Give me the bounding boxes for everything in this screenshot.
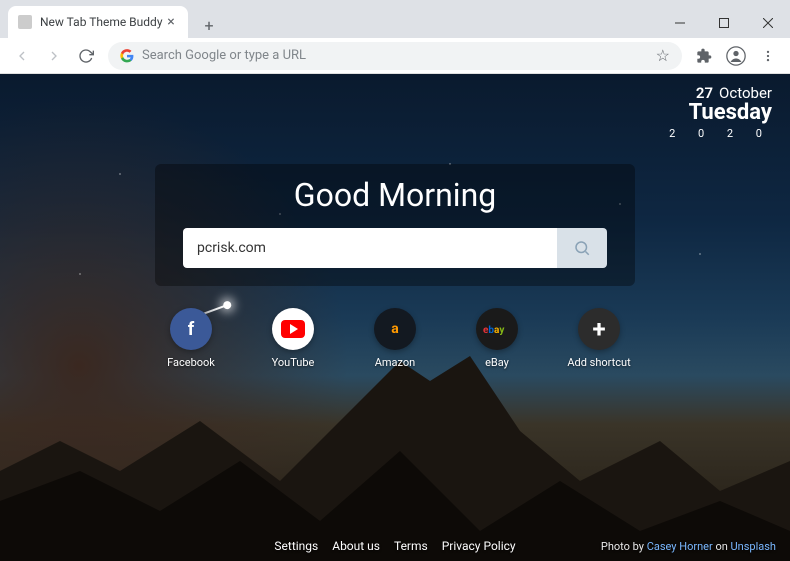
reload-button[interactable] <box>72 42 100 70</box>
tab-title: New Tab Theme Buddy <box>40 15 164 29</box>
shortcut-add[interactable]: + Add shortcut <box>569 308 629 369</box>
footer-link-privacy[interactable]: Privacy Policy <box>442 539 516 553</box>
center-panel: Good Morning f Facebook YouTube a Amazon <box>155 164 635 369</box>
profile-icon[interactable] <box>722 42 750 70</box>
shortcut-label: YouTube <box>272 356 315 369</box>
date-widget: 27October Tuesday 2 0 2 0 <box>663 84 772 140</box>
window-controls <box>658 8 790 38</box>
forward-button[interactable] <box>40 42 68 70</box>
center-searchbox <box>183 228 607 268</box>
new-tab-page: 27October Tuesday 2 0 2 0 Good Morning f… <box>0 74 790 561</box>
footer-link-about[interactable]: About us <box>332 539 380 553</box>
photo-credit: Photo by Casey Horner on Unsplash <box>601 540 776 553</box>
back-button[interactable] <box>8 42 36 70</box>
greeting-wrap: Good Morning <box>155 164 635 220</box>
omnibox-placeholder: Search Google or type a URL <box>142 48 656 63</box>
browser-titlebar: New Tab Theme Buddy × + <box>0 0 790 38</box>
youtube-icon <box>272 308 314 350</box>
shortcut-label: Facebook <box>167 356 215 369</box>
facebook-icon: f <box>170 308 212 350</box>
credit-source-link[interactable]: Unsplash <box>731 540 776 553</box>
bookmark-star-icon[interactable]: ☆ <box>656 46 670 65</box>
close-window-button[interactable] <box>746 8 790 38</box>
search-button[interactable] <box>557 228 607 268</box>
shortcut-youtube[interactable]: YouTube <box>263 308 323 369</box>
tab-favicon <box>18 15 32 29</box>
shortcut-facebook[interactable]: f Facebook <box>161 308 221 369</box>
shortcut-label: Add shortcut <box>567 356 630 369</box>
credit-author-link[interactable]: Casey Horner <box>647 540 713 553</box>
maximize-button[interactable] <box>702 8 746 38</box>
greeting-text: Good Morning <box>155 176 635 214</box>
shortcut-ebay[interactable]: ebay eBay <box>467 308 527 369</box>
ebay-icon: ebay <box>476 308 518 350</box>
shortcuts-row: f Facebook YouTube a Amazon ebay eBay + … <box>155 308 635 369</box>
google-icon <box>120 49 134 63</box>
search-icon <box>573 239 591 257</box>
plus-icon: + <box>578 308 620 350</box>
footer-link-settings[interactable]: Settings <box>274 539 318 553</box>
credit-on: on <box>715 540 727 553</box>
shortcut-label: eBay <box>485 356 509 369</box>
footer-links: Settings About us Terms Privacy Policy <box>274 539 515 553</box>
search-input[interactable] <box>183 228 557 268</box>
shortcut-label: Amazon <box>375 356 416 369</box>
menu-icon[interactable] <box>754 42 782 70</box>
amazon-icon: a <box>374 308 416 350</box>
date-year: 2 0 2 0 <box>663 127 772 140</box>
close-tab-icon[interactable]: × <box>164 15 178 29</box>
minimize-button[interactable] <box>658 8 702 38</box>
date-weekday: Tuesday <box>663 100 772 125</box>
credit-prefix: Photo by <box>601 540 644 553</box>
new-tab-button[interactable]: + <box>196 12 222 38</box>
shortcut-amazon[interactable]: a Amazon <box>365 308 425 369</box>
search-wrap <box>155 220 635 286</box>
browser-toolbar: Search Google or type a URL ☆ <box>0 38 790 74</box>
browser-tab[interactable]: New Tab Theme Buddy × <box>8 6 188 38</box>
svg-text:ebay: ebay <box>483 325 505 335</box>
address-bar[interactable]: Search Google or type a URL ☆ <box>108 42 682 70</box>
footer-link-terms[interactable]: Terms <box>394 539 428 553</box>
extensions-icon[interactable] <box>690 42 718 70</box>
